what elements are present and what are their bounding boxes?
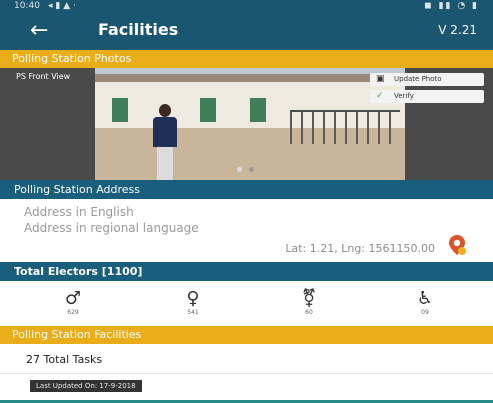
wheelchair-icon: ♿ <box>416 288 434 309</box>
electors-count: 629 <box>67 309 79 316</box>
status-bar: 10:40 ◂ ▮ ▲ · ◼ ▮▮ ◔ ▮ <box>0 0 493 14</box>
total-tasks[interactable]: 27 Total Tasks <box>26 353 102 366</box>
address-regional-field[interactable]: Address in regional language <box>24 221 199 235</box>
divider <box>0 373 493 374</box>
app-bar: ← Facilities V 2.21 <box>0 14 493 50</box>
photo-person <box>152 104 178 180</box>
facilities-screen: 10:40 ◂ ▮ ▲ · ◼ ▮▮ ◔ ▮ ← Facilities V 2.… <box>0 0 493 403</box>
status-left-icons: ◂ ▮ ▲ · <box>48 1 76 11</box>
third-gender-icon: ⚧ <box>301 288 317 309</box>
electors-third-gender: ⚧ 60 <box>284 288 334 317</box>
carousel-dot[interactable] <box>249 167 254 172</box>
facilities-section-header: Polling Station Facilities <box>0 326 493 344</box>
electors-count: 541 <box>187 309 199 316</box>
arrow-left-icon[interactable]: ← <box>30 17 48 45</box>
verify-button[interactable]: ✓ Verify <box>370 90 484 103</box>
version-label: V 2.21 <box>438 23 477 37</box>
photo-door <box>200 98 216 122</box>
update-photo-label: Update Photo <box>394 75 442 83</box>
last-updated-label: Last Updated On: 17-9-2018 <box>30 380 142 392</box>
electors-count: 60 <box>305 309 313 316</box>
photo-door <box>112 98 128 122</box>
photo-door <box>250 98 266 122</box>
location-pin-icon[interactable] <box>446 234 468 256</box>
address-section-header: Polling Station Address <box>0 180 493 199</box>
electors-count: 09 <box>421 309 429 316</box>
electors-section-header: Total Electors [1100] <box>0 262 493 281</box>
verify-label: Verify <box>394 92 414 100</box>
photos-section-header: Polling Station Photos <box>0 50 493 68</box>
carousel-dot[interactable] <box>237 167 242 172</box>
camera-icon: ▣ <box>376 74 385 84</box>
update-photo-button[interactable]: ▣ Update Photo <box>370 73 484 86</box>
electors-pwd: ♿ 09 <box>400 288 450 317</box>
electors-female: ♀ 541 <box>168 288 218 317</box>
status-time: 10:40 <box>14 1 40 11</box>
male-icon: ♂ <box>64 288 82 309</box>
photo-fence <box>290 110 400 144</box>
photo-roof <box>95 74 405 82</box>
address-english-field[interactable]: Address in English <box>24 205 134 219</box>
latlng-readout: Lat: 1.21, Lng: 1561150.00 <box>285 242 435 255</box>
check-icon: ✓ <box>376 91 384 101</box>
status-right-icons: ◼ ▮▮ ◔ ▮ <box>424 1 479 11</box>
electors-male: ♂ 629 <box>48 288 98 317</box>
page-title: Facilities <box>98 20 179 39</box>
photo-label: PS Front View <box>16 72 71 81</box>
female-icon: ♀ <box>186 288 200 309</box>
